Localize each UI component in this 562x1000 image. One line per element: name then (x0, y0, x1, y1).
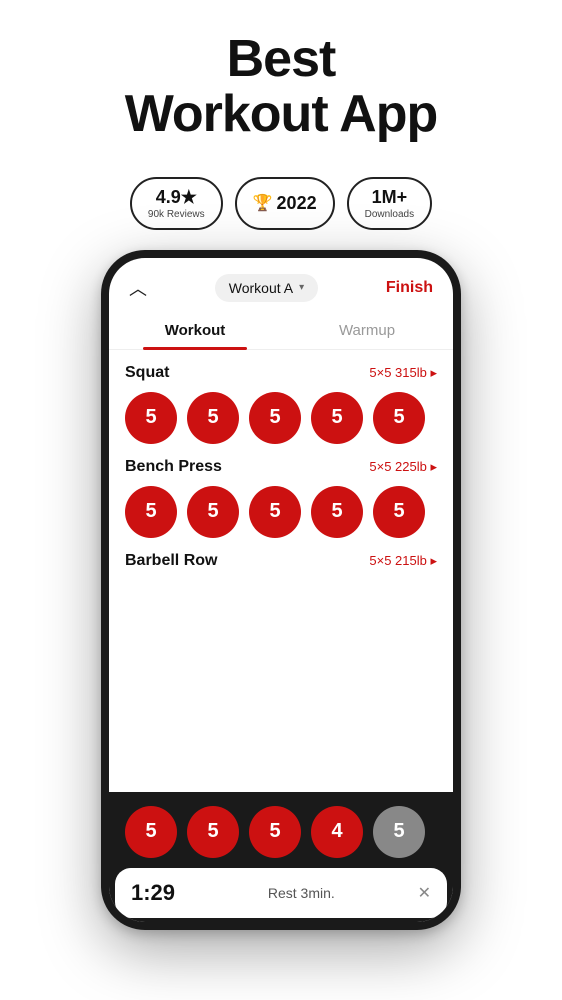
phone-outer-shell: ︿ Workout A ▾ Finish Workout Warmup (101, 250, 461, 930)
exercise-squat: Squat 5×5 315lb ▸ 5 5 5 5 5 (125, 364, 437, 444)
finish-button[interactable]: Finish (386, 279, 433, 297)
rest-time-display: 1:29 (131, 880, 175, 906)
bench-set-4[interactable]: 5 (311, 486, 363, 538)
downloads-value: 1M+ (372, 187, 408, 209)
barbell-row-detail[interactable]: 5×5 215lb ▸ (369, 553, 437, 569)
squat-name: Squat (125, 364, 169, 382)
award-year: 2022 (277, 193, 317, 215)
squat-set-5[interactable]: 5 (373, 392, 425, 444)
tab-bar: Workout Warmup (109, 312, 453, 350)
barbell-set-3[interactable]: 5 (249, 806, 301, 858)
squat-set-2[interactable]: 5 (187, 392, 239, 444)
exercise-bench-press: Bench Press 5×5 225lb ▸ 5 5 5 5 5 (125, 458, 437, 538)
workout-selector[interactable]: Workout A ▾ (215, 274, 318, 302)
bench-set-3[interactable]: 5 (249, 486, 301, 538)
app-topbar: ︿ Workout A ▾ Finish (109, 258, 453, 312)
squat-set-1[interactable]: 5 (125, 392, 177, 444)
bench-set-1[interactable]: 5 (125, 486, 177, 538)
exercise-barbell-row: Barbell Row 5×5 215lb ▸ (125, 552, 437, 570)
trophy-icon: 🏆 (253, 193, 273, 213)
phone-bottom-bar: 5 5 5 4 5 1:29 Rest 3min. ✕ (109, 792, 453, 922)
barbell-set-4[interactable]: 4 (311, 806, 363, 858)
squat-set-4[interactable]: 5 (311, 392, 363, 444)
app-title: Best Workout App (125, 32, 438, 141)
badges-row: 4.9★ 90k Reviews 🏆 2022 1M+ Downloads (130, 177, 432, 230)
downloads-badge: 1M+ Downloads (347, 177, 432, 230)
squat-set-3[interactable]: 5 (249, 392, 301, 444)
selector-arrow-icon: ▾ (299, 282, 304, 293)
barbell-row-sets: 5 5 5 4 5 (109, 792, 453, 868)
award-badge: 🏆 2022 (235, 177, 335, 230)
selector-label: Workout A (229, 280, 293, 296)
barbell-set-5[interactable]: 5 (373, 806, 425, 858)
phone-mockup: ︿ Workout A ▾ Finish Workout Warmup (91, 250, 471, 1000)
tab-workout[interactable]: Workout (109, 312, 281, 349)
bench-set-2[interactable]: 5 (187, 486, 239, 538)
downloads-sub: Downloads (365, 209, 414, 220)
barbell-set-1[interactable]: 5 (125, 806, 177, 858)
rest-close-icon[interactable]: ✕ (418, 883, 431, 903)
rating-value: 4.9★ (156, 187, 197, 209)
bench-press-sets-row: 5 5 5 5 5 (125, 486, 437, 538)
rest-label: Rest 3min. (268, 885, 335, 901)
barbell-set-2[interactable]: 5 (187, 806, 239, 858)
bench-press-header: Bench Press 5×5 225lb ▸ (125, 458, 437, 476)
squat-header: Squat 5×5 315lb ▸ (125, 364, 437, 382)
rest-timer-bar: 1:29 Rest 3min. ✕ (115, 868, 447, 918)
header-section: Best Workout App (105, 0, 458, 161)
rating-badge: 4.9★ 90k Reviews (130, 177, 223, 230)
tab-warmup[interactable]: Warmup (281, 312, 453, 349)
bench-press-detail[interactable]: 5×5 225lb ▸ (369, 459, 437, 475)
barbell-row-name: Barbell Row (125, 552, 217, 570)
bench-set-5[interactable]: 5 (373, 486, 425, 538)
squat-sets-row: 5 5 5 5 5 (125, 392, 437, 444)
chevron-down-icon[interactable]: ︿ (129, 275, 147, 301)
bench-press-name: Bench Press (125, 458, 222, 476)
barbell-row-header: Barbell Row 5×5 215lb ▸ (125, 552, 437, 570)
rating-sub: 90k Reviews (148, 209, 205, 220)
squat-detail[interactable]: 5×5 315lb ▸ (369, 365, 437, 381)
